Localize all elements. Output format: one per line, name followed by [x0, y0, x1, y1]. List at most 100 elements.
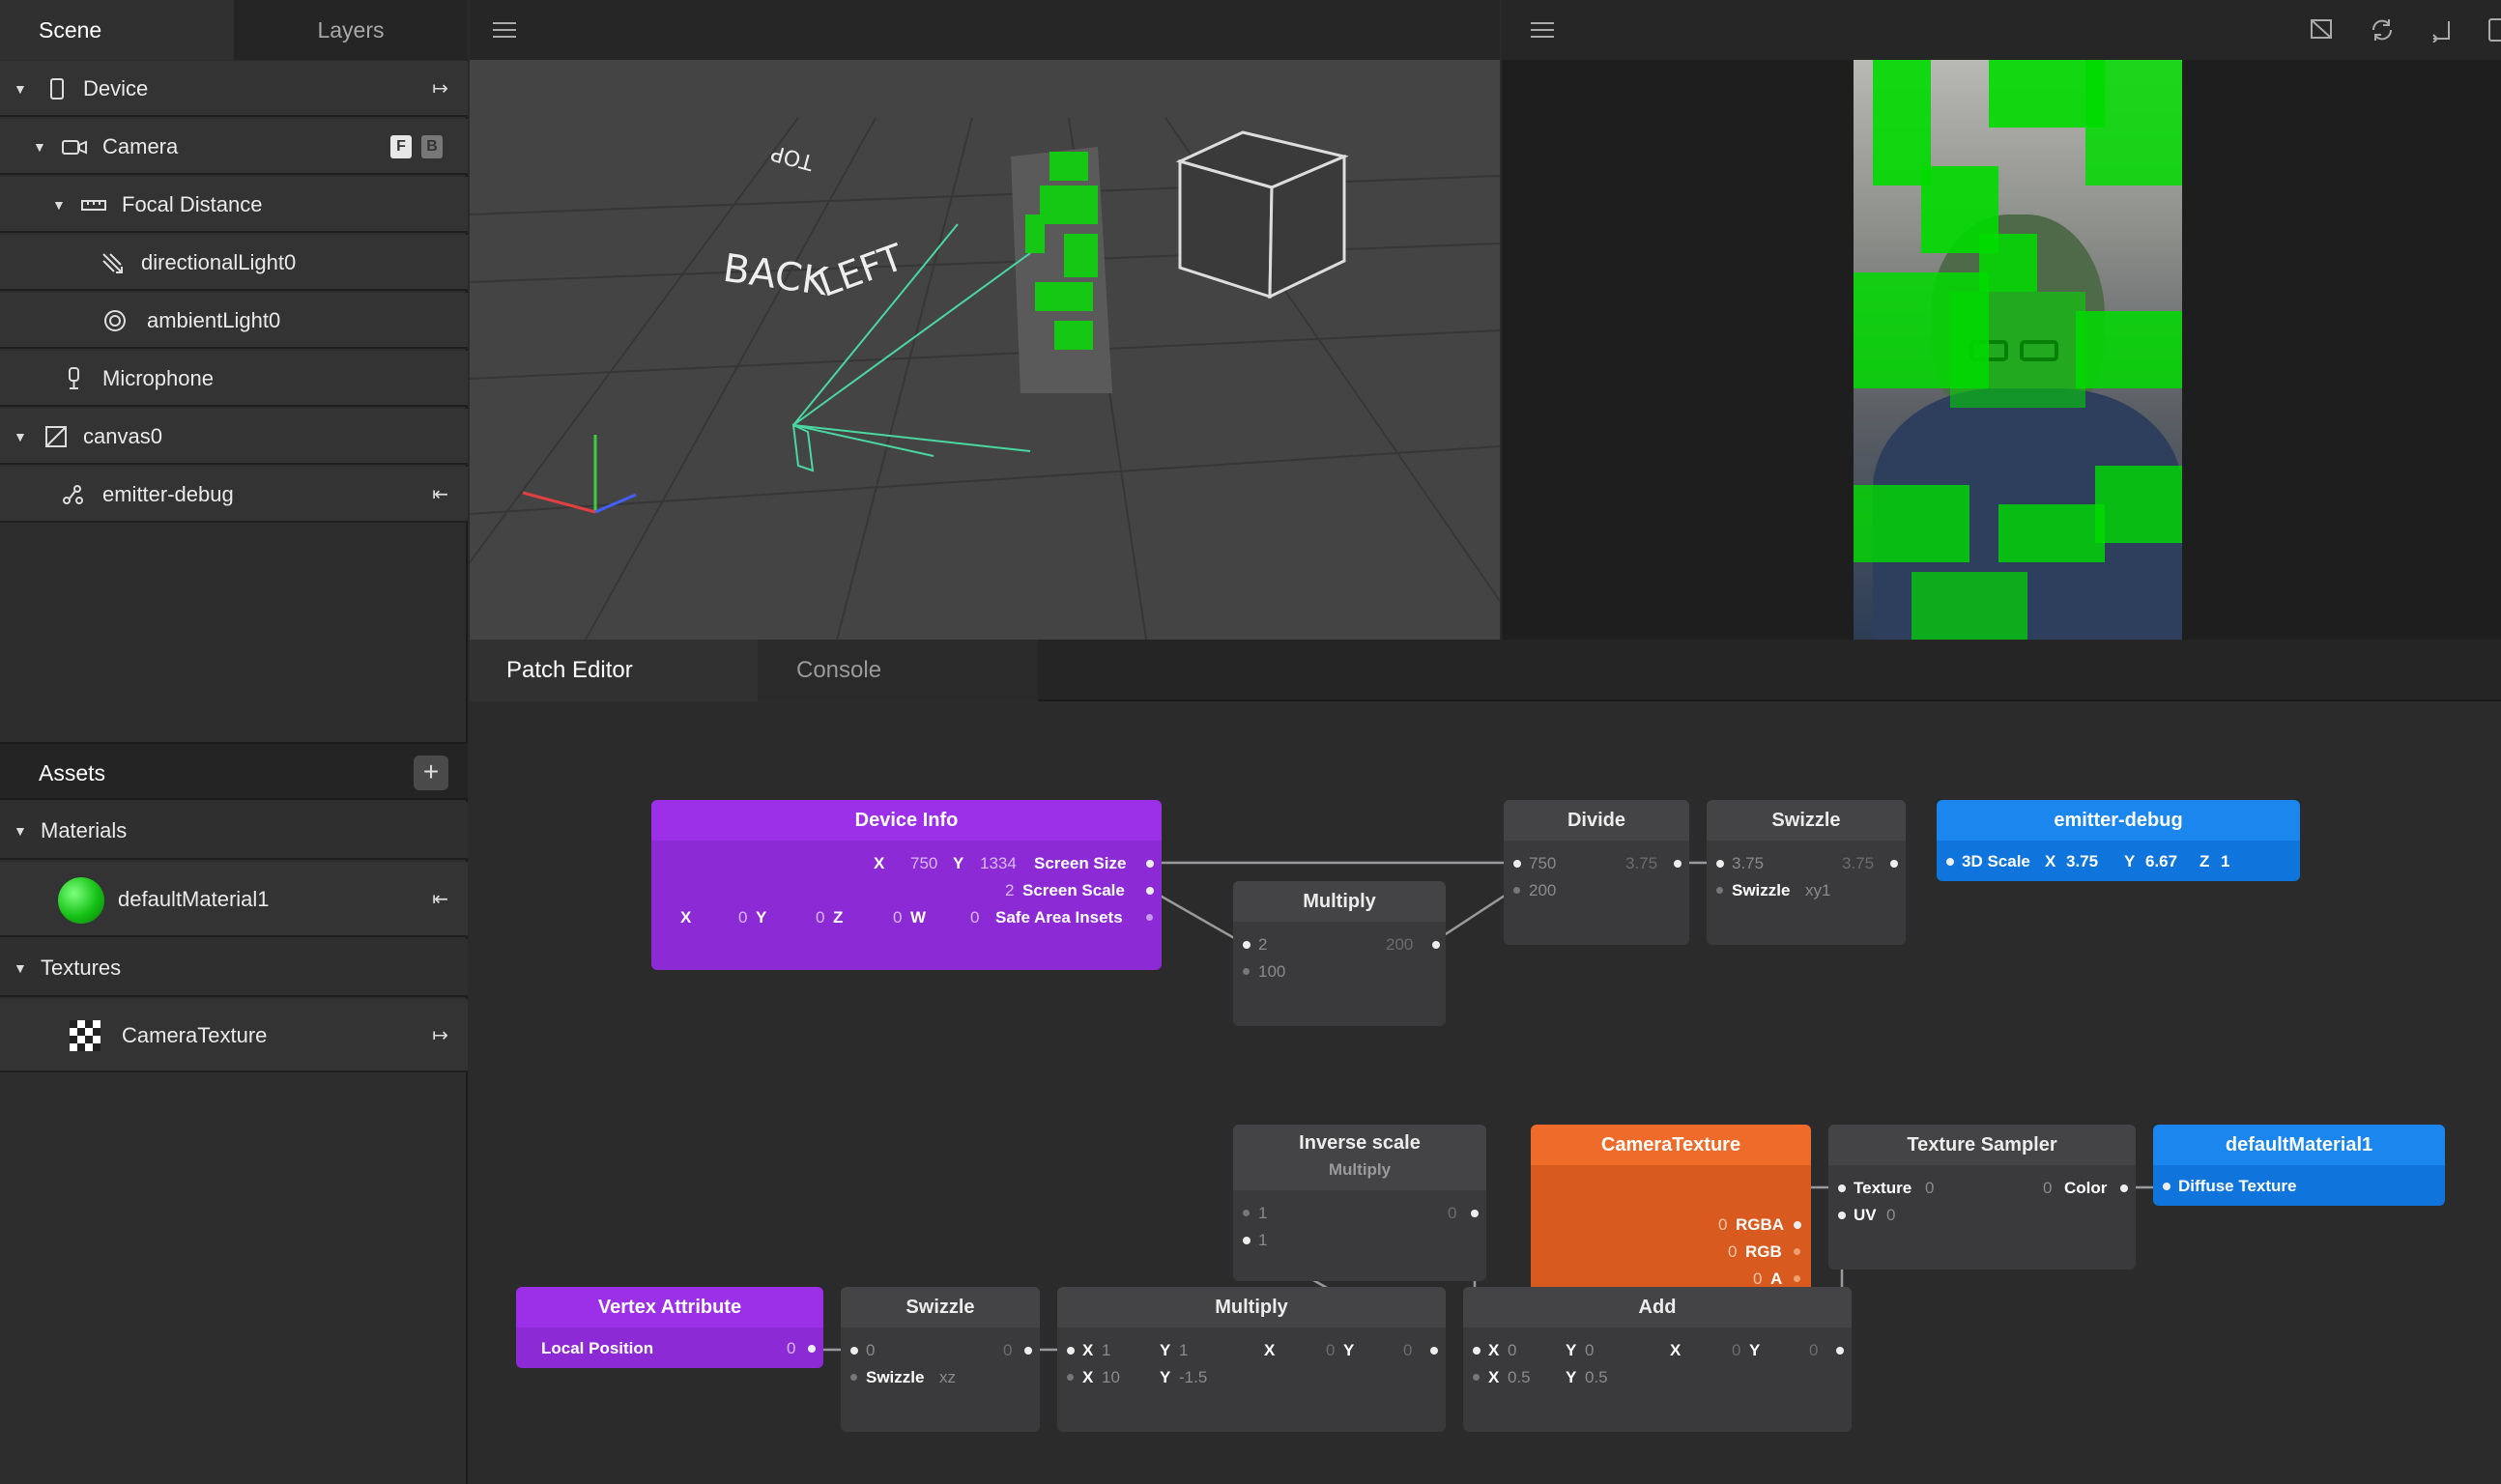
link-in-icon[interactable]: ⇤ [432, 862, 448, 937]
patch-camera-texture[interactable]: CameraTexture 0 RGBA 0 RGB 0 A [1531, 1125, 1811, 1297]
patch-emitter-debug[interactable]: emitter-debug 3D Scale X 3.75 Y 6.67 Z 1 [1937, 800, 2300, 881]
patch-add[interactable]: Add X 0 Y 0 X 0 Y 0 X 0.5 Y 0.5 [1463, 1287, 1852, 1432]
expand-arrow-icon[interactable]: ▼ [33, 119, 46, 175]
input-port[interactable] [1473, 1374, 1480, 1381]
refresh-icon[interactable] [2370, 17, 2395, 43]
input-port[interactable] [1838, 1212, 1846, 1219]
input-port[interactable] [1243, 1210, 1250, 1216]
tree-item-label: ambientLight0 [147, 308, 281, 332]
add-asset-button[interactable]: + [414, 756, 448, 790]
tree-item-camera[interactable]: ▼ Camera F B [0, 119, 468, 175]
input-port[interactable] [850, 1374, 857, 1381]
output-port[interactable] [1024, 1347, 1032, 1355]
tree-item-focal-distance[interactable]: ▼ Focal Distance [0, 177, 468, 233]
port-value: 0 [1508, 1341, 1517, 1359]
input-port[interactable] [1838, 1184, 1846, 1192]
link-out-icon[interactable]: ↦ [432, 61, 448, 117]
view-cube[interactable] [1175, 130, 1349, 300]
output-port[interactable] [1146, 914, 1153, 921]
tab-console[interactable]: Console [758, 640, 1038, 701]
port-label: Y [1566, 1368, 1577, 1386]
input-port[interactable] [1243, 968, 1250, 975]
tree-item-directional-light[interactable]: directionalLight0 [0, 235, 468, 291]
input-port[interactable] [1243, 941, 1250, 949]
port-value: 200 [1386, 935, 1414, 954]
patch-texture-sampler[interactable]: Texture Sampler Texture 0 0 Color UV 0 [1828, 1125, 2136, 1270]
tree-item-device[interactable]: ▼ Device ↦ [0, 61, 468, 117]
output-port[interactable] [1836, 1347, 1844, 1355]
output-port[interactable] [1146, 887, 1154, 895]
expand-arrow-icon[interactable]: ▼ [52, 177, 66, 233]
input-port[interactable] [1716, 860, 1724, 868]
asset-item-material[interactable]: defaultMaterial1 ⇤ [0, 862, 468, 937]
output-port[interactable] [1471, 1210, 1479, 1217]
tree-item-emitter-debug[interactable]: emitter-debug ⇤ [0, 467, 468, 523]
port-label: UV [1854, 1206, 1877, 1224]
output-port[interactable] [1794, 1248, 1800, 1255]
tree-item-ambient-light[interactable]: ambientLight0 [0, 293, 468, 349]
port-label: X [1082, 1341, 1094, 1359]
output-port[interactable] [808, 1345, 816, 1353]
input-port[interactable] [1513, 887, 1520, 894]
port-value: 1334 [980, 854, 1017, 872]
patch-divide[interactable]: Divide 750 3.75 200 [1504, 800, 1689, 945]
port-value: 3.75 [2066, 852, 2099, 870]
output-port[interactable] [1674, 860, 1682, 868]
patch-title: Multiply [1233, 881, 1446, 922]
tree-item-canvas[interactable]: ▼ canvas0 [0, 409, 468, 465]
patch-multiply-2[interactable]: Multiply X 1 Y 1 X 0 Y 0 X 10 Y -1.5 [1057, 1287, 1446, 1432]
menu-icon[interactable] [493, 21, 516, 39]
link-out-icon[interactable]: ↦ [432, 999, 448, 1072]
input-port[interactable] [1716, 887, 1723, 894]
port-value: 0 [1403, 1341, 1413, 1359]
front-camera-badge[interactable]: F [390, 135, 412, 158]
patch-multiply[interactable]: Multiply 2 200 100 [1233, 881, 1446, 1026]
link-in-icon[interactable]: ⇤ [432, 467, 448, 523]
port-value: 0 [787, 1339, 796, 1357]
expand-arrow-icon[interactable]: ▼ [14, 939, 27, 997]
expand-arrow-icon[interactable]: ▼ [14, 61, 27, 117]
tab-patch-editor[interactable]: Patch Editor [470, 640, 758, 701]
tab-scene[interactable]: Scene [0, 0, 234, 60]
viewport[interactable]: BACK LEFT TOP [470, 0, 1500, 640]
input-port[interactable] [1946, 858, 1954, 866]
tree-item-microphone[interactable]: Microphone [0, 351, 468, 407]
output-port[interactable] [1432, 941, 1440, 949]
video-off-icon[interactable] [2310, 17, 2333, 41]
rotate-device-icon[interactable] [2429, 17, 2455, 43]
patch-device-info[interactable]: Device Info X 750 Y 1334 Screen Size 2 S… [651, 800, 1162, 970]
asset-item-texture[interactable]: CameraTexture ↦ [0, 999, 468, 1072]
input-port[interactable] [1473, 1347, 1480, 1355]
port-value: xy1 [1805, 881, 1831, 899]
expand-arrow-icon[interactable]: ▼ [14, 802, 27, 860]
output-port[interactable] [1146, 860, 1154, 868]
patch-title: Swizzle [1707, 800, 1906, 841]
input-port[interactable] [1243, 1237, 1250, 1244]
tab-layers[interactable]: Layers [234, 0, 468, 60]
device-icon[interactable] [2487, 17, 2501, 43]
input-port[interactable] [1513, 860, 1521, 868]
output-port[interactable] [2120, 1184, 2128, 1192]
patch-vertex-attribute[interactable]: Vertex Attribute Local Position 0 [516, 1287, 823, 1368]
simulator-panel [1502, 0, 2501, 640]
input-port[interactable] [850, 1347, 858, 1355]
output-port[interactable] [1794, 1275, 1800, 1282]
input-port[interactable] [2163, 1183, 2170, 1190]
patch-inverse-scale[interactable]: Inverse scale Multiply 1 0 1 [1233, 1125, 1486, 1281]
input-port[interactable] [1067, 1347, 1075, 1355]
input-port[interactable] [1067, 1374, 1074, 1381]
ruler-icon [81, 200, 106, 211]
textures-group[interactable]: ▼ Textures [0, 939, 468, 997]
materials-group[interactable]: ▼ Materials [0, 802, 468, 860]
group-label: Textures [41, 956, 122, 980]
output-port[interactable] [1794, 1221, 1801, 1229]
output-port[interactable] [1890, 860, 1898, 868]
back-camera-badge[interactable]: B [421, 135, 443, 158]
menu-icon[interactable] [1531, 21, 1554, 39]
patch-swizzle-2[interactable]: Swizzle 0 0 Swizzle xz [841, 1287, 1040, 1432]
patch-default-material[interactable]: defaultMaterial1 Diffuse Texture [2153, 1125, 2445, 1206]
output-port[interactable] [1430, 1347, 1438, 1355]
patch-swizzle[interactable]: Swizzle 3.75 3.75 Swizzle xy1 [1707, 800, 1906, 945]
expand-arrow-icon[interactable]: ▼ [14, 409, 27, 465]
port-label: Texture [1854, 1179, 1912, 1197]
